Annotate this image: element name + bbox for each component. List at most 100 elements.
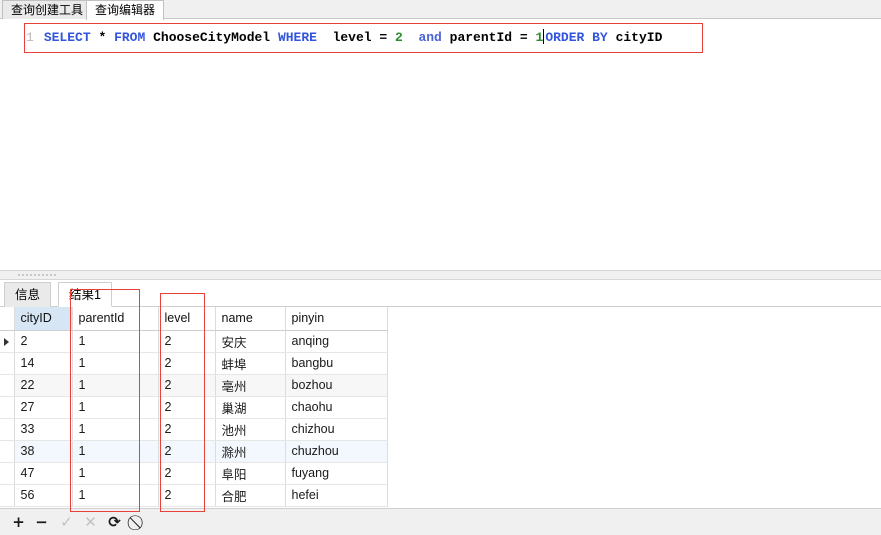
- delete-row-button[interactable]: −: [33, 514, 50, 531]
- sql-spacer-9: [442, 30, 450, 45]
- query-editor-window: 查询创建工具 查询编辑器 1 SELECT * FROM ChooseCityMo…: [0, 0, 881, 535]
- cell-level[interactable]: 2: [158, 440, 216, 463]
- cell-cityid[interactable]: 2: [14, 330, 73, 353]
- table-row[interactable]: 14 1 2 蚌埠 bangbu: [0, 352, 388, 375]
- header-row: cityID parentId level name pinyin: [0, 307, 388, 331]
- row-indicator-cell[interactable]: [0, 396, 15, 419]
- row-header-corner: [0, 307, 15, 331]
- tab-result-1[interactable]: 结果1: [58, 282, 112, 307]
- cell-cityid[interactable]: 47: [14, 462, 73, 485]
- row-indicator-cell[interactable]: [0, 462, 15, 485]
- table-row[interactable]: 56 1 2 合肥 hefei: [0, 484, 388, 507]
- tab-info[interactable]: 信息: [4, 282, 52, 307]
- sql-value-level: 2: [395, 30, 403, 45]
- column-header-parentid[interactable]: parentId: [72, 307, 159, 331]
- cell-cityid[interactable]: 33: [14, 418, 73, 441]
- tab-query-builder[interactable]: 查询创建工具: [2, 0, 93, 19]
- sql-spacer-2: [106, 30, 114, 45]
- cell-level[interactable]: 2: [158, 396, 216, 419]
- cancel-edit-button[interactable]: ✕: [82, 514, 99, 531]
- sql-keyword-from: FROM: [114, 30, 146, 45]
- cell-pinyin[interactable]: chaohu: [285, 396, 388, 419]
- cell-level[interactable]: 2: [158, 418, 216, 441]
- cell-name[interactable]: 亳州: [215, 374, 286, 397]
- results-table: cityID parentId level name pinyin 2 1 2 安庆 a…: [0, 307, 388, 507]
- table-body: 2 1 2 安庆 anqing 14 1 2 蚌埠 bangbu 22 1 2 亳州 bozhou 27 1 2 巢…: [0, 330, 388, 507]
- sql-keyword-select: SELECT: [43, 30, 91, 45]
- top-tab-bar: 查询创建工具 查询编辑器: [0, 0, 881, 20]
- row-indicator-cell[interactable]: [0, 374, 15, 397]
- row-indicator-cell[interactable]: [0, 352, 15, 375]
- sql-value-parentid: 1: [535, 30, 544, 45]
- cell-pinyin[interactable]: hefei: [285, 484, 388, 507]
- cell-parentid[interactable]: 1: [72, 374, 159, 397]
- table-row[interactable]: 38 1 2 滁州 chuzhou: [0, 440, 388, 463]
- cell-level[interactable]: 2: [158, 462, 216, 485]
- cell-name[interactable]: 阜阳: [215, 462, 286, 485]
- cell-name[interactable]: 蚌埠: [215, 352, 286, 375]
- table-row[interactable]: 47 1 2 阜阳 fuyang: [0, 462, 388, 485]
- column-header-name[interactable]: name: [215, 307, 286, 331]
- sql-spacer-10: [512, 30, 520, 45]
- sql-spacer-7: [387, 30, 395, 45]
- cell-level[interactable]: 2: [158, 330, 216, 353]
- sql-spacer-11: [528, 30, 536, 45]
- cell-level[interactable]: 2: [158, 374, 216, 397]
- cell-pinyin[interactable]: bangbu: [285, 352, 388, 375]
- table-row[interactable]: 22 1 2 亳州 bozhou: [0, 374, 388, 397]
- row-indicator-cell[interactable]: [0, 418, 15, 441]
- column-header-pinyin[interactable]: pinyin: [285, 307, 388, 331]
- row-indicator-cell[interactable]: [0, 440, 15, 463]
- stop-button[interactable]: ⃠: [130, 514, 147, 531]
- add-row-button[interactable]: +: [10, 514, 27, 531]
- tab-query-editor[interactable]: 查询编辑器: [86, 0, 165, 20]
- cell-cityid[interactable]: 27: [14, 396, 73, 419]
- row-indicator-cell[interactable]: [0, 330, 15, 353]
- cell-pinyin[interactable]: bozhou: [285, 374, 388, 397]
- cell-name[interactable]: 安庆: [215, 330, 286, 353]
- cell-pinyin[interactable]: fuyang: [285, 462, 388, 485]
- cell-name[interactable]: 滁州: [215, 440, 286, 463]
- sql-spacer-3: [145, 30, 153, 45]
- sql-editor-pane[interactable]: 1 SELECT * FROM ChooseCityModel WHERE lev…: [0, 19, 881, 280]
- pane-splitter[interactable]: [0, 270, 881, 280]
- cell-pinyin[interactable]: anqing: [285, 330, 388, 353]
- sql-statement-line[interactable]: 1 SELECT * FROM ChooseCityModel WHERE lev…: [26, 25, 662, 51]
- cell-parentid[interactable]: 1: [72, 462, 159, 485]
- confirm-edit-button[interactable]: ✓: [58, 514, 75, 531]
- sql-column-parentid: parentId: [449, 30, 513, 45]
- sql-order-column: cityID: [615, 30, 663, 45]
- cell-parentid[interactable]: 1: [72, 330, 159, 353]
- row-indicator-cell[interactable]: [0, 484, 15, 507]
- cell-level[interactable]: 2: [158, 352, 216, 375]
- sql-spacer-5: [317, 30, 333, 45]
- cell-parentid[interactable]: 1: [72, 396, 159, 419]
- cell-name[interactable]: 合肥: [215, 484, 286, 507]
- cell-pinyin[interactable]: chuzhou: [285, 440, 388, 463]
- column-header-level[interactable]: level: [158, 307, 216, 331]
- current-row-arrow-icon: [4, 337, 10, 346]
- cell-cityid[interactable]: 22: [14, 374, 73, 397]
- cell-name[interactable]: 巢湖: [215, 396, 286, 419]
- results-data-grid[interactable]: cityID parentId level name pinyin 2 1 2 安庆 a…: [0, 307, 881, 508]
- table-row[interactable]: 33 1 2 池州 chizhou: [0, 418, 388, 441]
- cell-cityid[interactable]: 14: [14, 352, 73, 375]
- cell-pinyin[interactable]: chizhou: [285, 418, 388, 441]
- cell-parentid[interactable]: 1: [72, 484, 159, 507]
- grid-toolbar: + − ✓ ✕ ⟳ ⃠ http://blog.csdn.net/guozhao…: [0, 508, 881, 535]
- table-row[interactable]: 27 1 2 巢湖 chaohu: [0, 396, 388, 419]
- refresh-button[interactable]: ⟳: [106, 514, 123, 531]
- cell-parentid[interactable]: 1: [72, 440, 159, 463]
- cell-level[interactable]: 2: [158, 484, 216, 507]
- sql-column-level: level: [332, 30, 372, 45]
- column-header-cityid[interactable]: cityID: [14, 307, 73, 331]
- cell-cityid[interactable]: 56: [14, 484, 73, 507]
- cell-parentid[interactable]: 1: [72, 352, 159, 375]
- cell-cityid[interactable]: 38: [14, 440, 73, 463]
- sql-operator-eq-2: =: [519, 30, 528, 45]
- cell-name[interactable]: 池州: [215, 418, 286, 441]
- table-row[interactable]: 2 1 2 安庆 anqing: [0, 330, 388, 353]
- cell-parentid[interactable]: 1: [72, 418, 159, 441]
- sql-keyword-where: WHERE: [277, 30, 317, 45]
- sql-keyword-and: and: [418, 30, 442, 45]
